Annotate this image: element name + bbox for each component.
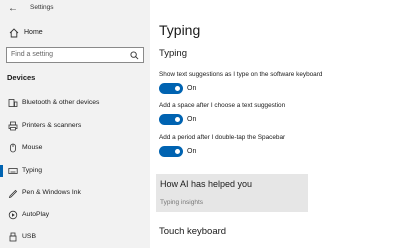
toggle-knob <box>175 149 180 154</box>
autoplay-icon <box>8 210 18 220</box>
keyboard-icon <box>8 168 18 174</box>
sidebar-item-label: USB <box>22 233 36 240</box>
toggle-state-label: On <box>187 85 197 92</box>
main-content: Typing Typing Show text suggestions as I… <box>150 0 400 248</box>
sidebar-item-label: AutoPlay <box>22 211 50 218</box>
search-placeholder: Find a setting <box>11 51 54 58</box>
page-title: Typing <box>159 22 201 38</box>
home-icon <box>9 28 19 38</box>
mouse-icon <box>10 143 16 153</box>
setting-add-period-label: Add a period after I double-tap the Spac… <box>159 134 286 141</box>
bluetooth-icon <box>8 99 18 107</box>
sidebar-item-bluetooth[interactable]: Bluetooth & other devices <box>0 94 150 112</box>
window-title: Settings <box>30 4 54 11</box>
sidebar-item-printers[interactable]: Printers & scanners <box>0 117 150 135</box>
sidebar-item-mouse[interactable]: Mouse <box>0 139 150 157</box>
sidebar-item-usb[interactable]: USB <box>0 228 150 246</box>
sidebar-item-label: Home <box>24 29 43 36</box>
typing-insights-link[interactable]: Typing insights <box>160 199 203 206</box>
sidebar-item-label: Pen & Windows Ink <box>22 189 81 196</box>
ai-panel-title: How AI has helped you <box>160 179 253 189</box>
sidebar-item-autoplay[interactable]: AutoPlay <box>0 206 150 224</box>
toggle-state-label: On <box>187 148 197 155</box>
sidebar-item-label: Printers & scanners <box>22 122 82 129</box>
active-indicator <box>0 165 3 177</box>
sidebar-item-label: Typing <box>22 167 43 174</box>
setting-text-suggestions-label: Show text suggestions as I type on the s… <box>159 71 323 78</box>
sidebar-item-pen[interactable]: Pen & Windows Ink <box>0 184 150 202</box>
ai-insights-panel: How AI has helped you Typing insights <box>156 174 308 212</box>
sidebar-item-home[interactable]: Home <box>0 24 150 42</box>
title-bar: ← Settings <box>0 0 150 20</box>
toggle-knob <box>175 117 180 122</box>
sidebar-item-typing[interactable]: Typing <box>0 162 150 180</box>
search-input[interactable]: Find a setting <box>6 47 144 63</box>
section-header: Devices <box>7 73 36 82</box>
toggle-knob <box>175 86 180 91</box>
setting-add-space-label: Add a space after I choose a text sugges… <box>159 102 286 109</box>
text-suggestions-toggle[interactable] <box>159 83 183 94</box>
search-icon <box>130 51 139 60</box>
usb-icon <box>9 232 17 242</box>
printer-icon <box>8 121 18 131</box>
add-period-toggle[interactable] <box>159 146 183 157</box>
toggle-state-label: On <box>187 116 197 123</box>
section-title: Typing <box>159 48 187 59</box>
pen-icon <box>8 189 18 198</box>
sidebar-item-label: Bluetooth & other devices <box>22 99 100 106</box>
touch-keyboard-heading: Touch keyboard <box>159 226 227 237</box>
add-space-toggle[interactable] <box>159 114 183 125</box>
sidebar-item-label: Mouse <box>22 144 43 151</box>
sidebar: ← Settings Home Find a setting Devices B… <box>0 0 150 248</box>
back-arrow-icon[interactable]: ← <box>8 3 18 15</box>
